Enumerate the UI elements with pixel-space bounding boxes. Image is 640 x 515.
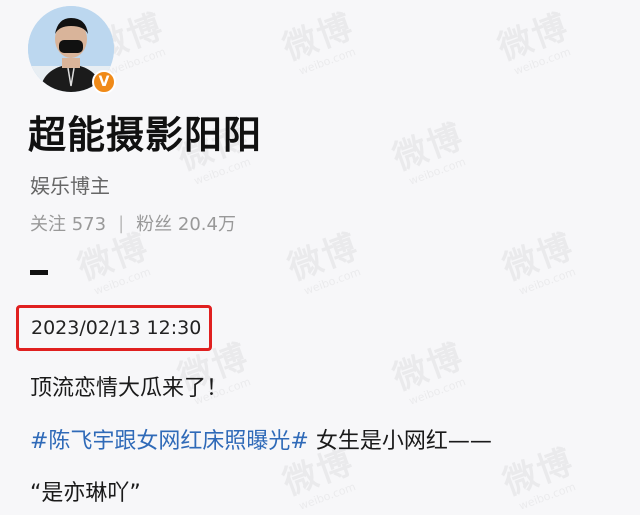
post-text-rest: 女生是小网红—— [308, 429, 492, 454]
verified-v-icon: V [92, 70, 116, 94]
post-text-line-2: #陈飞宇跟女网红床照曝光# 女生是小网红—— [30, 423, 492, 455]
watermark: 微博 weibo.com [277, 6, 360, 78]
profile-stats: 关注 573 | 粉丝 20.4万 [30, 210, 236, 236]
profile-name: 超能摄影阳阳 [28, 113, 263, 157]
post-text-line-1: 顶流恋情大瓜来了！ [30, 376, 229, 401]
post-timestamp-highlight: 2023/02/13 12:30 [16, 305, 212, 351]
stats-separator: | [118, 212, 125, 234]
watermark: 微博 weibo.com [387, 116, 470, 188]
profile-role: 娱乐博主 [30, 174, 110, 198]
post-text-line-3: “是亦琳吖” [30, 481, 141, 506]
watermark: 微博 weibo.com [497, 441, 580, 513]
following-label: 关注 [30, 214, 66, 235]
followers-label: 粉丝 [136, 214, 173, 235]
followers-stat[interactable]: 粉丝 20.4万 [136, 210, 236, 236]
dash-mark [30, 270, 48, 275]
avatar[interactable]: V [28, 6, 116, 94]
hashtag-link[interactable]: #陈飞宇跟女网红床照曝光# [30, 429, 309, 454]
watermark: 微博 weibo.com [387, 336, 470, 408]
followers-count: 20.4万 [177, 214, 236, 235]
watermark: 微博 weibo.com [282, 226, 365, 298]
following-count: 573 [71, 214, 107, 235]
following-stat[interactable]: 关注 573 [30, 210, 106, 236]
watermark: 微博 weibo.com [492, 6, 575, 78]
watermark: 微博 weibo.com [497, 226, 580, 298]
post-timestamp: 2023/02/13 12:30 [31, 317, 202, 339]
watermark: 微博 weibo.com [72, 226, 155, 298]
